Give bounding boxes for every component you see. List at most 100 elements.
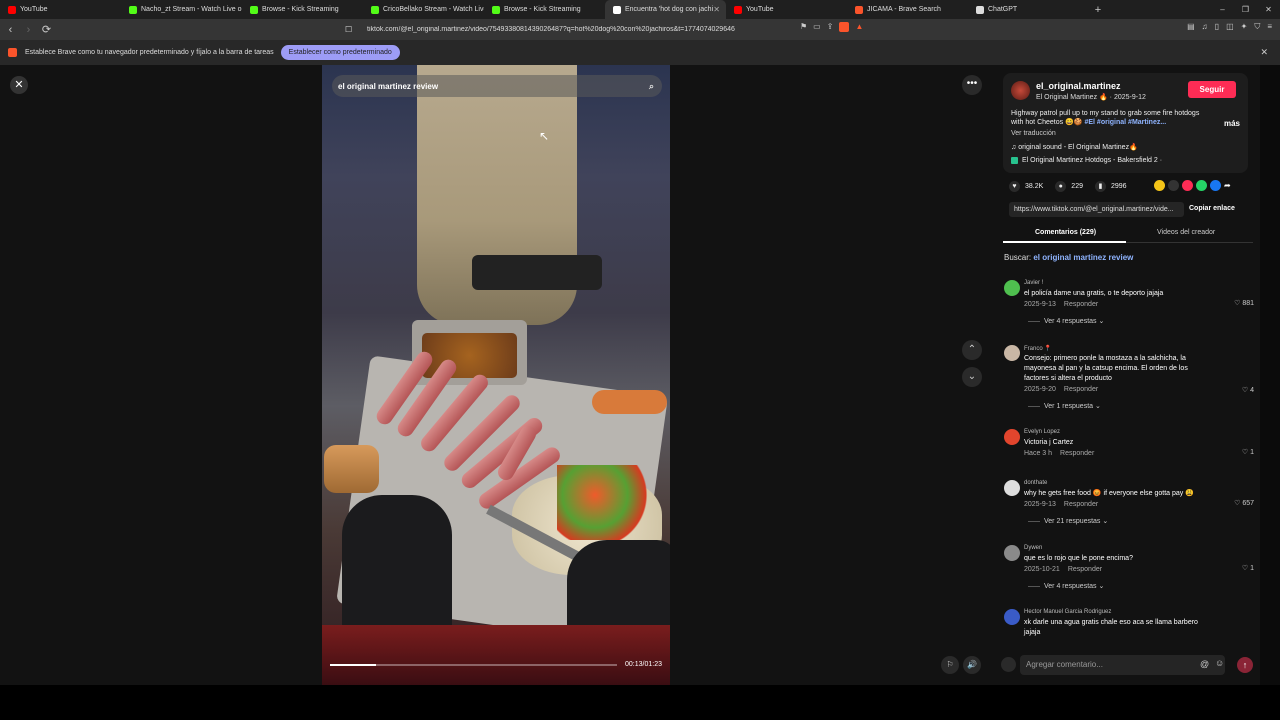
browser-tab[interactable]: Nacho_zt Stream - Watch Live on Ki bbox=[121, 0, 242, 19]
browser-tab[interactable]: ChatGPT bbox=[968, 0, 1089, 19]
author-avatar[interactable] bbox=[1011, 81, 1030, 100]
close-video-icon[interactable]: ✕ bbox=[10, 76, 28, 94]
comment-like-button[interactable]: ♡ 1 bbox=[1242, 564, 1254, 572]
set-default-button[interactable]: Establecer como predeterminado bbox=[280, 45, 400, 60]
commenter-name[interactable]: donthate bbox=[1024, 480, 1047, 486]
commenter-avatar[interactable] bbox=[1004, 429, 1020, 445]
author-username[interactable]: el_original.martinez bbox=[1036, 81, 1121, 91]
reload-icon[interactable]: ⟳ bbox=[39, 23, 54, 36]
reply-button[interactable]: Responder bbox=[1064, 386, 1098, 393]
close-window-icon[interactable]: ✕ bbox=[1257, 0, 1280, 19]
back-icon[interactable]: ‹ bbox=[3, 24, 18, 36]
reply-button[interactable]: Responder bbox=[1064, 501, 1098, 508]
copy-link-button[interactable]: Copiar enlace bbox=[1189, 205, 1235, 212]
minimize-icon[interactable]: – bbox=[1211, 0, 1234, 19]
video-link-field[interactable]: https://www.tiktok.com/@el_original.mart… bbox=[1009, 202, 1184, 217]
commenter-avatar[interactable] bbox=[1004, 480, 1020, 496]
commenter-name[interactable]: Hector Manuel Garcia Rodriguez bbox=[1024, 609, 1111, 615]
browser-tab[interactable]: JICAMA - Brave Search bbox=[847, 0, 968, 19]
facebook-icon[interactable] bbox=[1210, 180, 1221, 191]
brave-shield-icon[interactable] bbox=[839, 22, 850, 32]
view-replies-button[interactable]: Ver 21 respuestas ⌄ bbox=[1028, 517, 1108, 525]
comment-input[interactable]: Agregar comentario... bbox=[1020, 655, 1225, 675]
send-icon[interactable]: ↑ bbox=[1237, 657, 1253, 673]
scrollbar[interactable] bbox=[1260, 65, 1280, 685]
translate-link[interactable]: Ver traducción bbox=[1011, 130, 1056, 137]
commenter-avatar[interactable] bbox=[1004, 280, 1020, 296]
comment-like-button[interactable]: ♡ 4 bbox=[1242, 386, 1254, 394]
browser-tab[interactable]: YouTube bbox=[726, 0, 847, 19]
reply-button[interactable]: Responder bbox=[1068, 566, 1102, 573]
repost-icon[interactable] bbox=[1182, 180, 1193, 191]
commenter-name[interactable]: Dywen bbox=[1024, 545, 1042, 551]
commenter-avatar[interactable] bbox=[1004, 345, 1020, 361]
cast-icon[interactable]: ▭ bbox=[813, 22, 821, 32]
save-button[interactable]: ▮ 2996 bbox=[1094, 180, 1127, 192]
search-suggestion[interactable]: Buscar: el original martinez review bbox=[1004, 253, 1133, 262]
comment-like-button[interactable]: ♡ 881 bbox=[1234, 299, 1254, 307]
extensions-icon[interactable]: ✦ bbox=[1241, 22, 1248, 32]
comment-button[interactable]: ● 229 bbox=[1055, 180, 1083, 192]
browser-tab[interactable]: CricoBellako Stream - Watch Live on bbox=[363, 0, 484, 19]
mention-icon[interactable]: @ bbox=[1200, 659, 1209, 669]
next-video-icon[interactable]: ⌄ bbox=[962, 367, 982, 387]
more-link[interactable]: más bbox=[1224, 119, 1240, 128]
commenter-avatar[interactable] bbox=[1004, 545, 1020, 561]
view-replies-button[interactable]: Ver 4 respuestas ⌄ bbox=[1028, 317, 1104, 325]
whatsapp-icon[interactable] bbox=[1196, 180, 1207, 191]
tab-creator-videos[interactable]: Videos del creador bbox=[1157, 229, 1215, 236]
comment-like-button[interactable]: ♡ 657 bbox=[1234, 499, 1254, 507]
new-tab-button[interactable]: + bbox=[1089, 4, 1107, 16]
commenter-name[interactable]: Franco 📍 bbox=[1024, 345, 1052, 352]
brave-rewards-icon[interactable]: ▲ bbox=[855, 22, 863, 32]
more-options-icon[interactable]: ••• bbox=[962, 75, 982, 95]
video-player[interactable] bbox=[322, 65, 670, 685]
forward-icon[interactable]: › bbox=[21, 24, 36, 36]
url-text: tiktok.com/@el_original.martinez/video/7… bbox=[367, 26, 735, 33]
bookmark-icon[interactable]: ☐ bbox=[345, 25, 352, 34]
infobar-close-icon[interactable]: ✕ bbox=[1260, 47, 1268, 58]
browser-tab[interactable]: YouTube bbox=[0, 0, 121, 19]
restore-icon[interactable]: ❐ bbox=[1234, 0, 1257, 19]
sound-link[interactable]: ♫ original sound - El Original Martinez🔥 bbox=[1011, 143, 1138, 151]
music-icon[interactable]: ♫ bbox=[1202, 22, 1208, 32]
like-button[interactable]: ♥ 38.2K bbox=[1009, 180, 1043, 192]
comment-like-button[interactable]: ♡ 1 bbox=[1242, 448, 1254, 456]
wallet-icon[interactable]: ◫ bbox=[1226, 22, 1234, 32]
tab-favicon-icon bbox=[129, 5, 137, 14]
sidebar-icon[interactable]: ▤ bbox=[1187, 22, 1195, 32]
browser-tab[interactable]: Browse - Kick Streaming bbox=[242, 0, 363, 19]
browser-tab[interactable]: Browse - Kick Streaming bbox=[484, 0, 605, 19]
volume-icon[interactable]: 🔊 bbox=[963, 656, 981, 674]
follow-button[interactable]: Seguir bbox=[1188, 81, 1236, 98]
reading-icon[interactable]: ▯ bbox=[1215, 22, 1219, 32]
report-icon[interactable]: ⚐ bbox=[941, 656, 959, 674]
commenter-name[interactable]: Evelyn Lopez bbox=[1024, 429, 1060, 435]
emoji-icon[interactable]: ☺ bbox=[1215, 658, 1224, 668]
tab-comments[interactable]: Comentarios (229) bbox=[1035, 229, 1096, 236]
browser-tab[interactable]: Encuentra 'hot dog con jachi ✕ bbox=[605, 0, 726, 19]
embed-icon[interactable] bbox=[1168, 180, 1179, 191]
search-icon[interactable]: ⌕ bbox=[649, 81, 654, 92]
view-replies-button[interactable]: Ver 4 respuestas ⌄ bbox=[1028, 582, 1104, 590]
tab-close-icon[interactable]: ✕ bbox=[713, 5, 720, 14]
video-progress-bar[interactable] bbox=[330, 664, 617, 666]
coin-icon[interactable] bbox=[1154, 180, 1165, 191]
description-tags[interactable]: #El #original #Martinez... bbox=[1084, 119, 1166, 126]
previous-video-icon[interactable]: ⌃ bbox=[962, 340, 982, 360]
view-replies-button[interactable]: Ver 1 respuesta ⌄ bbox=[1028, 402, 1101, 410]
video-search-bar[interactable]: el original martinez review ⌕ bbox=[332, 75, 662, 97]
menu-icon[interactable]: ≡ bbox=[1267, 22, 1272, 32]
commenter-name[interactable]: Javier ! bbox=[1024, 280, 1043, 286]
url-field[interactable]: ☐ tiktok.com/@el_original.martinez/video… bbox=[345, 21, 870, 38]
forward-share-icon[interactable]: ➦ bbox=[1224, 180, 1235, 191]
translate-icon[interactable]: ⚑ bbox=[800, 22, 807, 32]
reply-button[interactable]: Responder bbox=[1064, 301, 1098, 308]
share-icon[interactable]: ⇪ bbox=[827, 22, 834, 32]
place-link[interactable]: El Original Martinez Hotdogs - Bakersfie… bbox=[1011, 157, 1162, 164]
vpn-icon[interactable]: ⛉ bbox=[1254, 22, 1260, 32]
commenter-avatar[interactable] bbox=[1004, 609, 1020, 625]
reply-button[interactable]: Responder bbox=[1060, 450, 1094, 457]
saves-count: 2996 bbox=[1110, 182, 1127, 190]
search-suggestion-query[interactable]: el original martinez review bbox=[1033, 253, 1133, 262]
